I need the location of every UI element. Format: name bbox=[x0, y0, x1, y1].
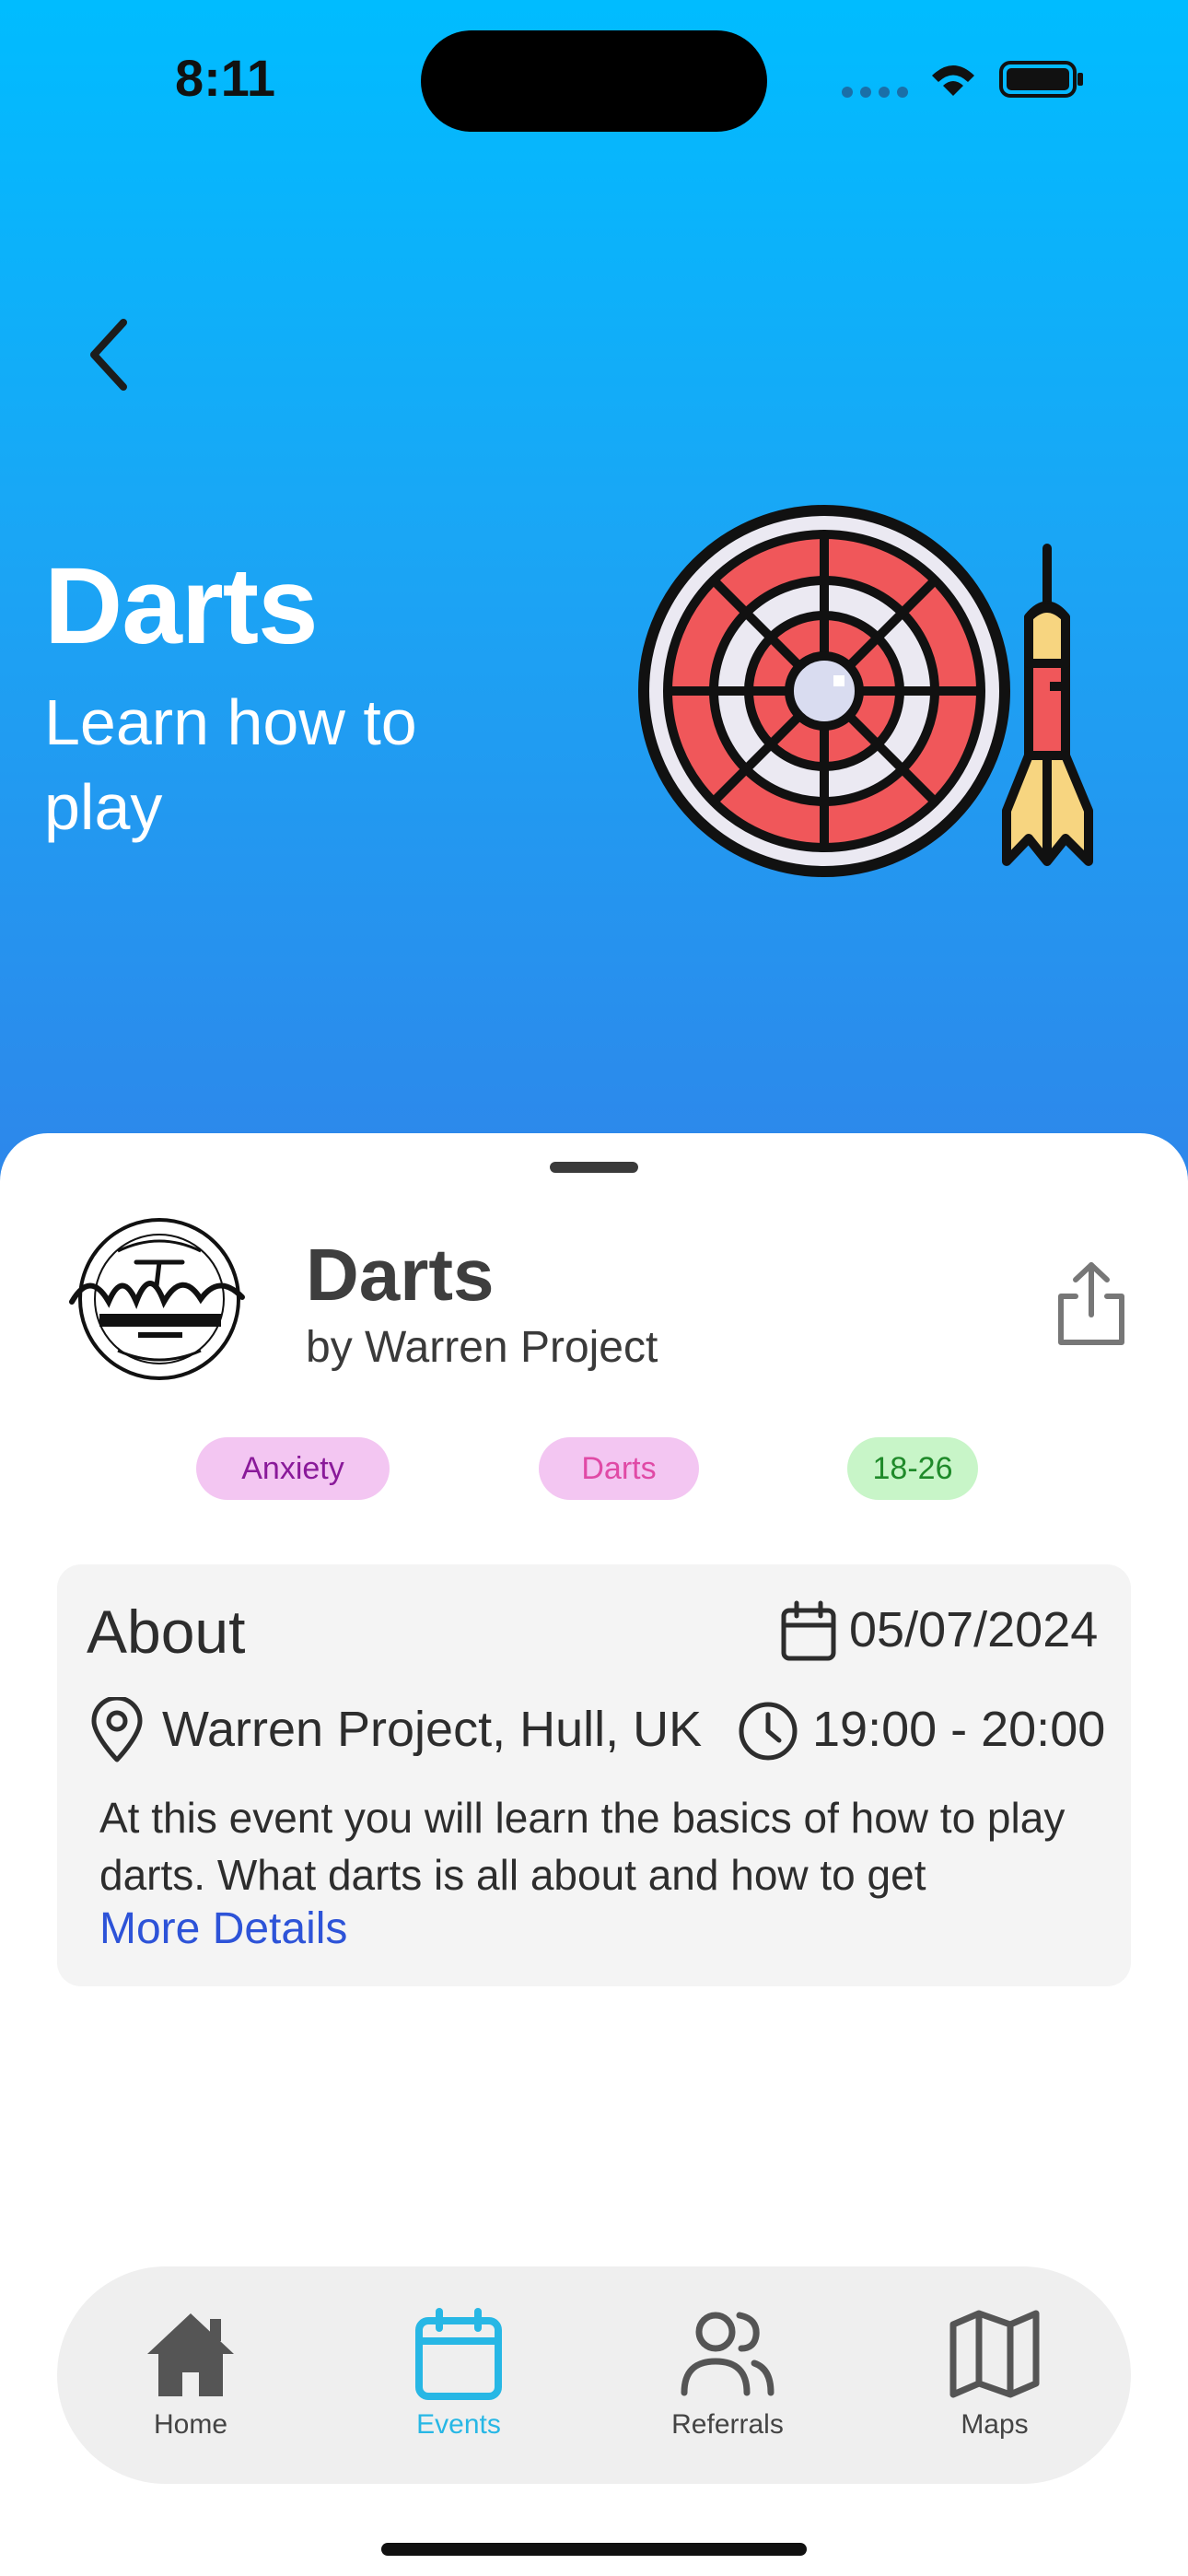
wifi-icon bbox=[932, 65, 974, 96]
home-indicator bbox=[381, 2543, 807, 2556]
calendar-icon bbox=[781, 1600, 836, 1661]
tab-home-label: Home bbox=[153, 2409, 228, 2440]
tag-darts[interactable]: Darts bbox=[539, 1437, 699, 1500]
event-location: Warren Project, Hull, UK bbox=[162, 1702, 703, 1757]
warren-youth-project-logo bbox=[69, 1218, 245, 1380]
sheet-drag-handle[interactable] bbox=[550, 1162, 638, 1173]
location-pin-icon bbox=[91, 1697, 143, 1762]
home-icon bbox=[147, 2313, 234, 2396]
dart-icon bbox=[1002, 544, 1093, 866]
users-icon bbox=[681, 2312, 775, 2396]
hero-subtitle: Learn how to play bbox=[44, 686, 417, 843]
cellular-signal-icon bbox=[842, 87, 908, 98]
tab-maps-label: Maps bbox=[961, 2409, 1029, 2440]
event-organizer: by Warren Project bbox=[306, 1323, 658, 1372]
clock-icon bbox=[739, 1702, 798, 1761]
event-date: 05/07/2024 bbox=[849, 1602, 1099, 1657]
dynamic-island bbox=[421, 30, 767, 132]
tab-maps[interactable]: Maps bbox=[903, 2308, 1087, 2446]
tab-events[interactable]: Events bbox=[367, 2308, 551, 2446]
dartboard-icon bbox=[638, 505, 1010, 877]
event-time: 19:00 - 20:00 bbox=[812, 1702, 1106, 1757]
more-details-link[interactable]: More Details bbox=[99, 1903, 347, 1954]
hero-title: Darts bbox=[44, 545, 319, 667]
map-icon bbox=[949, 2310, 1040, 2398]
event-description: At this event you will learn the basics … bbox=[99, 1794, 1066, 1899]
tab-home[interactable]: Home bbox=[99, 2308, 283, 2446]
event-title: Darts bbox=[306, 1234, 495, 1316]
share-icon bbox=[1058, 1262, 1124, 1345]
share-button[interactable] bbox=[1050, 1258, 1133, 1350]
calendar-icon bbox=[415, 2308, 502, 2400]
tab-referrals-label: Referrals bbox=[671, 2409, 784, 2440]
tab-events-label: Events bbox=[416, 2409, 501, 2440]
status-time: 8:11 bbox=[175, 49, 275, 107]
status-icons bbox=[842, 61, 1083, 98]
tag-anxiety[interactable]: Anxiety bbox=[196, 1437, 390, 1500]
tab-referrals[interactable]: Referrals bbox=[635, 2308, 820, 2446]
back-button[interactable] bbox=[74, 313, 147, 396]
tag-age-range[interactable]: 18-26 bbox=[847, 1437, 978, 1500]
chevron-left-icon bbox=[90, 319, 127, 391]
about-title: About bbox=[87, 1598, 246, 1666]
